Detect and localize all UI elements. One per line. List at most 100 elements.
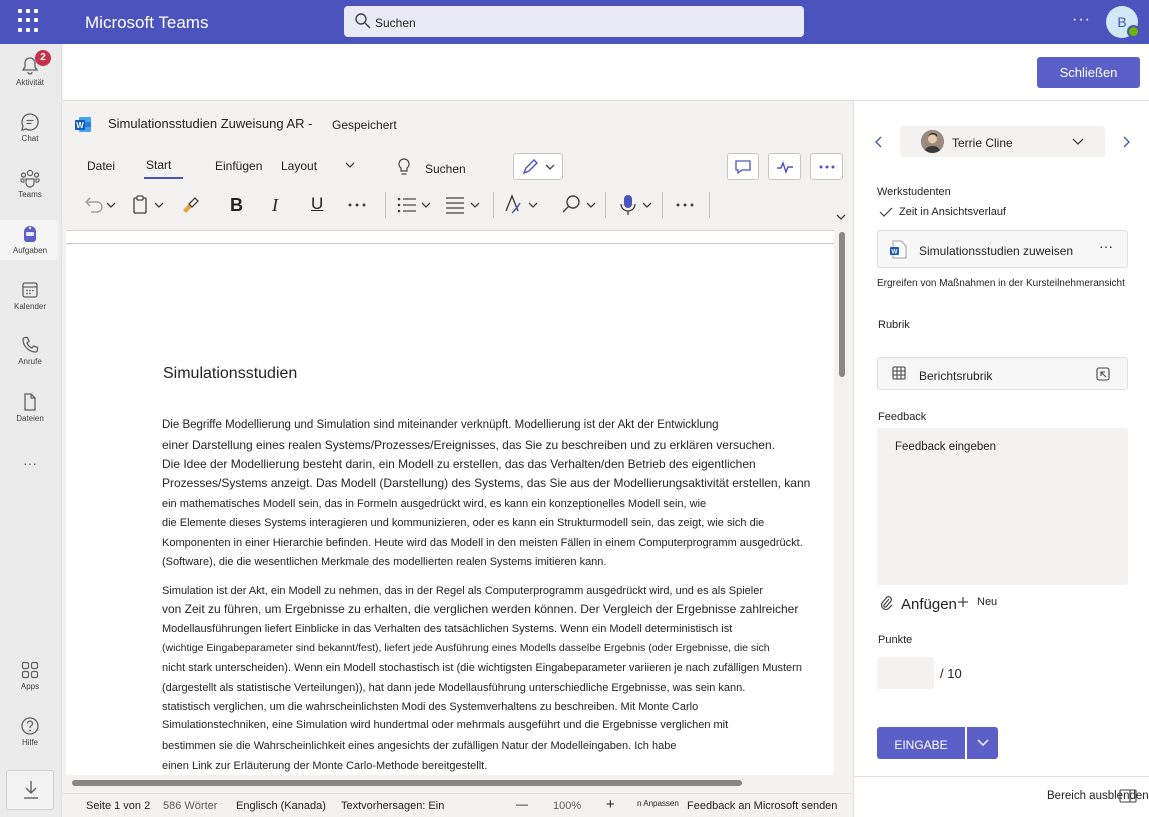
rail-label: Chat [21, 134, 39, 143]
submit-button[interactable]: EINGABE [877, 727, 965, 759]
align-icon[interactable] [445, 195, 483, 215]
checkmark-icon [879, 207, 893, 217]
underline-icon[interactable]: U [311, 194, 323, 214]
paragraph-line: einen Link zur Erläuterung der Monte Car… [162, 760, 488, 772]
send-feedback-link[interactable]: Feedback an Microsoft senden [687, 800, 837, 812]
tab-start[interactable]: Start [146, 158, 171, 172]
word-icon: W [890, 240, 907, 259]
panel-divider [853, 776, 1149, 777]
table-icon [892, 366, 906, 380]
ellipsis-icon[interactable] [347, 202, 367, 208]
open-rubric-icon[interactable] [1096, 367, 1110, 381]
paragraph-line: Die Idee der Modellierung besteht darin,… [162, 457, 756, 471]
rail-item-help[interactable]: Hilfe [0, 716, 60, 747]
rail-label: Hilfe [21, 738, 38, 747]
file-name[interactable]: Simulationsstudien zuweisen [919, 244, 1073, 258]
format-painter-icon[interactable] [179, 194, 201, 216]
chevron-down-icon[interactable] [1071, 137, 1085, 147]
file-more-icon[interactable]: ··· [1099, 238, 1113, 254]
rail-item-calls[interactable]: Anrufe [0, 335, 60, 366]
next-student-icon[interactable] [1120, 135, 1132, 149]
paragraph-line: die Elemente dieses Systems interagieren… [162, 517, 765, 529]
search-placeholder: Suchen [375, 16, 416, 30]
word-count: 586 Wörter [163, 800, 218, 812]
submit-options-button[interactable] [967, 727, 998, 759]
dictate-icon[interactable] [617, 193, 655, 217]
rubric-name[interactable]: Berichtsrubrik [919, 369, 992, 383]
horizontal-scroll-thumb[interactable] [72, 780, 742, 786]
points-max: / 10 [940, 666, 962, 681]
rail-item-files[interactable]: Dateien [0, 392, 60, 423]
calendar-icon [22, 282, 38, 298]
italic-icon[interactable]: I [272, 195, 278, 216]
paperclip-icon[interactable] [879, 595, 893, 611]
new-button[interactable]: Neu [977, 596, 997, 608]
bold-icon[interactable]: B [230, 195, 243, 216]
rail-item-teams[interactable]: Teams [0, 168, 60, 199]
rail-label: Aufgaben [12, 246, 48, 255]
undo-icon[interactable] [82, 195, 118, 215]
app-title: Microsoft Teams [85, 13, 209, 32]
rail-item-calendar[interactable]: Kalender [0, 280, 60, 311]
ribbon-collapse-icon[interactable] [835, 212, 847, 222]
previous-student-icon[interactable] [873, 135, 885, 149]
comments-button[interactable] [727, 153, 759, 180]
panel-toggle-icon[interactable] [1119, 789, 1137, 803]
tab-insert[interactable]: Einfügen [215, 159, 262, 173]
rubric-card[interactable] [877, 357, 1128, 390]
document-title[interactable]: Simulationsstudien Zuweisung AR - [108, 116, 313, 131]
close-button[interactable]: Schließen [1037, 57, 1140, 88]
chevron-down-icon[interactable] [344, 160, 356, 170]
tab-file[interactable]: Datei [87, 159, 115, 173]
ellipsis-icon[interactable] [675, 202, 695, 208]
rail-more-icon[interactable]: ··· [0, 455, 60, 471]
ribbon-search-label[interactable]: Suchen [425, 162, 466, 176]
bullet-list-icon[interactable] [396, 195, 434, 215]
points-input[interactable] [877, 657, 934, 689]
rail-label: Dateien [16, 414, 44, 423]
rail-label: Apps [20, 682, 40, 691]
zoom-out-button[interactable]: — [516, 797, 528, 811]
tab-layout[interactable]: Layout [281, 159, 317, 173]
document-heading: Simulationsstudien [163, 365, 298, 382]
app-launcher-icon[interactable] [18, 9, 42, 33]
assignment-header [63, 44, 1149, 101]
rail-item-apps[interactable]: Apps [0, 660, 60, 691]
editing-mode-button[interactable] [513, 153, 563, 180]
download-button[interactable] [6, 770, 54, 810]
activity-button[interactable] [768, 153, 801, 180]
rail-item-chat[interactable]: Chat [0, 112, 60, 143]
active-tab-indicator [144, 177, 183, 179]
rail-item-assignments[interactable]: Aufgaben [0, 224, 60, 255]
pulse-icon [777, 160, 793, 175]
page-count: Seite 1 von 2 [86, 800, 151, 812]
teams-icon [20, 169, 40, 188]
vertical-scroll-thumb[interactable] [839, 232, 845, 377]
assignments-icon [24, 226, 36, 242]
rubric-label: Rubrik [878, 319, 910, 331]
paragraph-line: einer Darstellung eines realen Systems/P… [162, 438, 775, 452]
plus-icon[interactable] [957, 596, 969, 608]
styles-icon[interactable] [503, 193, 541, 217]
file-icon [24, 393, 36, 411]
feedback-label: Feedback [878, 411, 927, 423]
paragraph-line: (wichtige Eingabeparameter sind bekannt/… [162, 642, 770, 654]
find-icon[interactable] [561, 194, 599, 216]
text-predictions-status[interactable]: Textvorhersagen: Ein [341, 800, 444, 812]
paragraph-line: Die Begriffe Modellierung und Simulation… [162, 419, 719, 431]
zoom-in-button[interactable]: + [606, 796, 615, 813]
language-status[interactable]: Englisch (Kanada) [236, 800, 326, 812]
chevron-down-icon [977, 739, 989, 746]
attach-button[interactable]: Anfügen [901, 596, 957, 613]
more-options-icon[interactable]: ··· [1072, 11, 1091, 29]
zoom-level[interactable]: 100% [553, 800, 581, 812]
more-ribbon-button[interactable] [810, 153, 843, 180]
student-name: Terrie Cline [952, 136, 1013, 150]
rail-label: Aktivität [15, 78, 44, 87]
paragraph-line: von Zeit zu führen, um Ergebnisse zu erh… [162, 602, 799, 616]
fit-button[interactable]: n Anpassen [637, 799, 679, 808]
paragraph-line: Simulationstechniken, eine Simulation wi… [162, 719, 729, 731]
lightbulb-icon [398, 158, 410, 175]
paste-icon[interactable] [131, 194, 167, 216]
rail-item-activity[interactable]: Aktivität [0, 56, 60, 87]
